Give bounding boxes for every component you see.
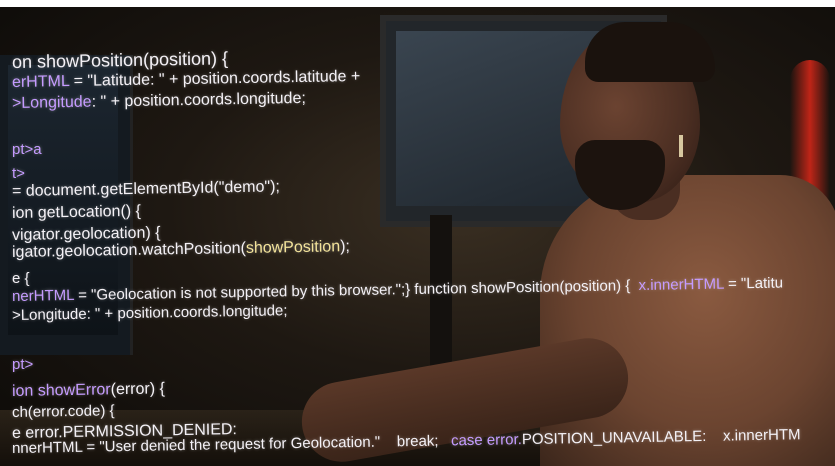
- code-line: e {: [12, 270, 30, 287]
- code-segment: x.innerHTML: [638, 275, 725, 295]
- code-segment: pt>a: [12, 141, 42, 158]
- code-line: t>: [12, 165, 25, 182]
- code-segment: t>: [12, 165, 25, 182]
- code-segment: >Longitude: [11, 305, 87, 324]
- code-line: pt>a: [12, 141, 42, 158]
- code-segment: = document.getElementById("demo");: [11, 178, 281, 200]
- code-segment: (error) {: [110, 380, 166, 399]
- code-segment: ch(error.code) {: [11, 402, 115, 421]
- code-segment: : " + position.coords.longitude;: [91, 89, 307, 111]
- code-line: >Longitude: " + position.coords.longitud…: [12, 90, 306, 113]
- code-line: ch(error.code) {: [12, 402, 115, 421]
- code-segment: = "Latitude: " + position.coords.latitud…: [69, 67, 361, 91]
- code-line: >Longitude: " + position.coords.longitud…: [12, 302, 288, 324]
- code-line: ion getLocation() {: [12, 203, 141, 223]
- code-segment: pt>: [12, 356, 34, 373]
- code-segment: igator.geolocation.watchPosition(: [11, 239, 247, 261]
- code-segment: = "Latitu: [723, 274, 784, 293]
- code-segment: on showPosition(position) {: [11, 48, 229, 72]
- code-segment: = "Geolocation is not supported by this …: [73, 277, 639, 304]
- code-line: on showPosition(position) {: [12, 48, 228, 73]
- code-overlay: on showPosition(position) {erHTML = "Lat…: [0, 0, 835, 466]
- code-segment: case error.: [450, 431, 523, 450]
- code-segment: ion showError: [11, 381, 111, 400]
- code-segment: >Longitude: [11, 93, 92, 112]
- code-line: = document.getElementById("demo");: [12, 178, 280, 201]
- code-segment: : " + position.coords.longitude;: [86, 302, 288, 323]
- code-segment: showPosition: [245, 238, 341, 257]
- code-segment: e {: [12, 270, 30, 287]
- code-line: nerHTML = "Geolocation is not supported …: [12, 275, 783, 305]
- code-segment: nerHTML: [11, 286, 75, 305]
- photo-stage: on showPosition(position) {erHTML = "Lat…: [0, 0, 835, 466]
- code-line: ion showError(error) {: [12, 380, 165, 401]
- code-segment: erHTML: [11, 73, 70, 91]
- code-line: pt>: [12, 356, 33, 373]
- code-segment: ion getLocation() {: [11, 202, 142, 222]
- code-segment: POSITION_UNAVAILABLE: x.innerHTM: [521, 426, 801, 449]
- code-segment: );: [339, 238, 351, 256]
